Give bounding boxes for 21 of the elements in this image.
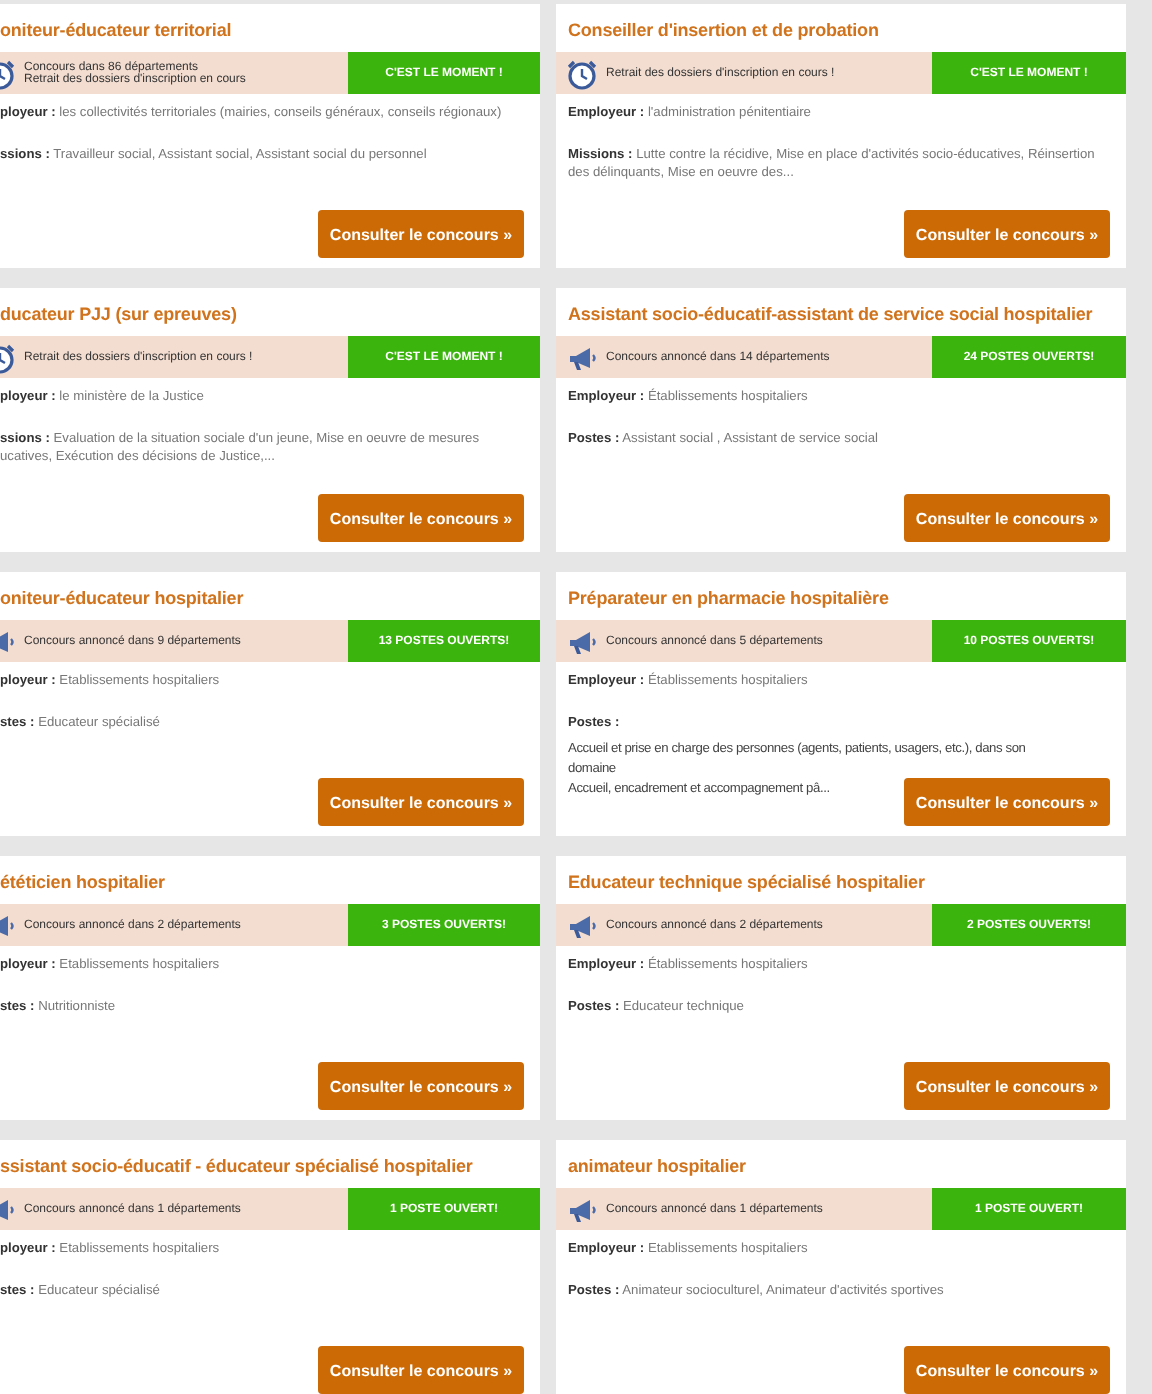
job-title: oniteur-éducateur territorial: [0, 18, 234, 44]
consult-button[interactable]: Consulter le concours »: [904, 1346, 1110, 1394]
job-title: ducateur PJJ (sur epreuves): [0, 302, 239, 328]
consult-button[interactable]: Consulter le concours »: [318, 1062, 524, 1110]
consult-button[interactable]: Consulter le concours »: [904, 210, 1110, 258]
job-title: oniteur-éducateur hospitalier: [0, 586, 246, 612]
job-title: ssistant socio-éducatif - éducateur spécialisé hospitalier: [0, 1154, 475, 1180]
consult-button[interactable]: Consulter le concours »: [904, 778, 1110, 826]
alarm-clock-icon: [566, 57, 598, 89]
job-title: Educateur technique spécialisé hospitalier: [568, 870, 927, 896]
consult-button[interactable]: Consulter le concours »: [318, 494, 524, 542]
consult-button[interactable]: Consulter le concours »: [318, 210, 524, 258]
job-title: ététicien hospitalier: [0, 870, 167, 896]
job-title: Préparateur en pharmacie hospitalière: [568, 586, 891, 612]
consult-button[interactable]: Consulter le concours »: [904, 1062, 1110, 1110]
job-title: Conseiller d'insertion et de probation: [568, 18, 881, 44]
job-title: animateur hospitalier: [568, 1154, 748, 1180]
consult-button[interactable]: Consulter le concours »: [318, 1346, 524, 1394]
consult-button[interactable]: Consulter le concours »: [318, 778, 524, 826]
job-title: Assistant socio-éducatif-assistant de service social hospitalier: [568, 302, 1095, 328]
consult-button[interactable]: Consulter le concours »: [904, 494, 1110, 542]
